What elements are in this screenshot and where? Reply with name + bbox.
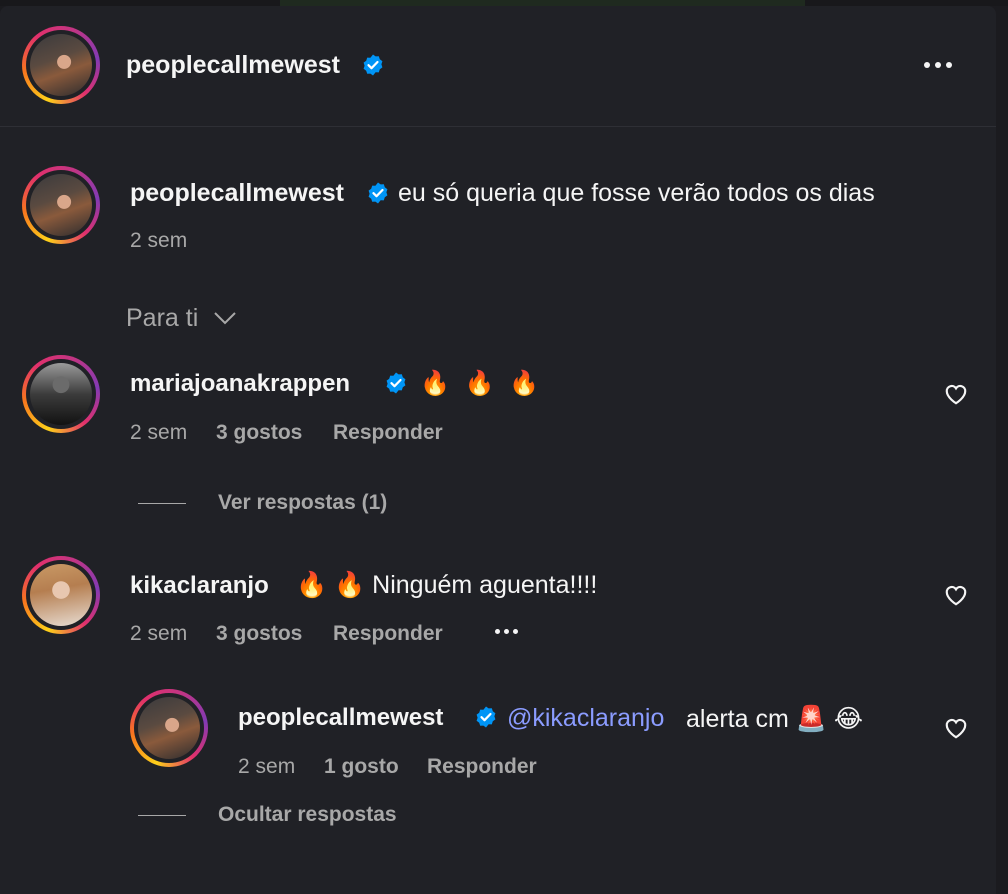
like-heart-icon[interactable] bbox=[943, 381, 969, 407]
comment-text: 🔥 🔥 Ninguém aguenta!!!! bbox=[296, 571, 598, 599]
reply-text: alerta cm 🚨 😂 bbox=[686, 705, 864, 733]
reply-button[interactable]: Responder bbox=[427, 755, 537, 779]
caption-time: 2 sem bbox=[130, 229, 188, 252]
replies-divider bbox=[138, 815, 186, 816]
reply-time: 2 sem bbox=[238, 755, 296, 778]
comment-likes[interactable]: 3 gostos bbox=[216, 622, 302, 646]
comment-likes[interactable]: 3 gostos bbox=[216, 421, 302, 445]
hide-replies-button[interactable]: Ocultar respostas bbox=[218, 803, 397, 827]
reply-mention[interactable]: @kikaclaranjo bbox=[507, 704, 664, 733]
comment-username[interactable]: kikaclaranjo bbox=[130, 572, 269, 600]
comment-avatar-mariajoanakrappen[interactable] bbox=[22, 355, 100, 433]
replies-divider bbox=[138, 503, 186, 504]
comment-time: 2 sem bbox=[130, 421, 188, 444]
verified-badge-icon bbox=[386, 372, 406, 394]
chevron-down-icon[interactable] bbox=[213, 310, 237, 326]
verified-badge-icon bbox=[476, 706, 496, 728]
post-header: peoplecallmewest bbox=[0, 6, 996, 127]
reply-button[interactable]: Responder bbox=[333, 421, 443, 445]
reply-avatar[interactable] bbox=[130, 689, 208, 767]
comment-time: 2 sem bbox=[130, 622, 188, 645]
comment-text: 🔥 🔥 🔥 bbox=[420, 370, 543, 397]
comment-more-options-button[interactable] bbox=[495, 629, 518, 634]
comments-panel: peoplecallmewest peoplecallmewest eu só … bbox=[0, 6, 996, 894]
caption-avatar[interactable] bbox=[22, 166, 100, 244]
more-options-button[interactable] bbox=[924, 62, 952, 68]
caption-username[interactable]: peoplecallmewest bbox=[130, 179, 344, 208]
header-avatar[interactable] bbox=[22, 26, 100, 104]
reply-username[interactable]: peoplecallmewest bbox=[238, 704, 443, 732]
header-username[interactable]: peoplecallmewest bbox=[126, 51, 340, 80]
like-heart-icon[interactable] bbox=[943, 582, 969, 608]
sort-label[interactable]: Para ti bbox=[126, 304, 198, 333]
like-heart-icon[interactable] bbox=[943, 715, 969, 741]
reply-button[interactable]: Responder bbox=[333, 622, 443, 646]
caption-text: eu só queria que fosse verão todos os di… bbox=[398, 179, 875, 207]
reply-likes[interactable]: 1 gosto bbox=[324, 755, 399, 779]
comment-avatar-kikaclaranjo[interactable] bbox=[22, 556, 100, 634]
verified-badge-icon bbox=[368, 182, 388, 204]
view-replies-button[interactable]: Ver respostas (1) bbox=[218, 491, 387, 515]
comment-username[interactable]: mariajoanakrappen bbox=[130, 370, 350, 398]
verified-badge-icon bbox=[363, 54, 383, 76]
